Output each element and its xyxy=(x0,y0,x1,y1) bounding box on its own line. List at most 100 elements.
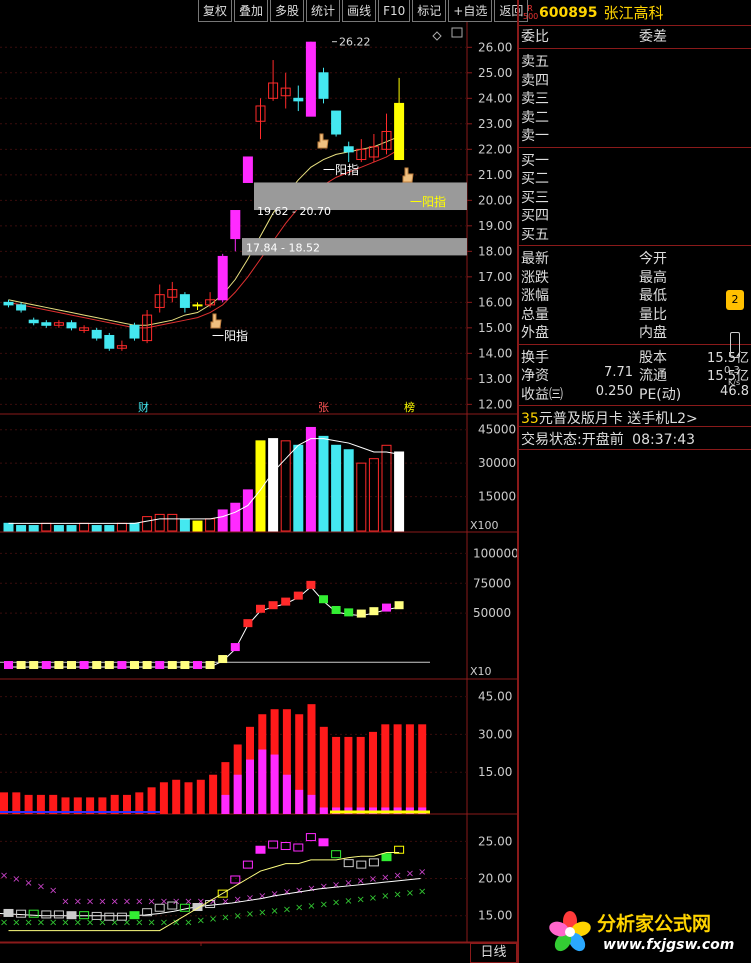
candle-body xyxy=(28,319,39,324)
price-axis-label: 20.00 xyxy=(478,193,512,207)
volume-bar xyxy=(142,516,153,532)
ind4-marker-lower: × xyxy=(320,899,328,910)
candle-body xyxy=(66,322,77,329)
quote-row-3: 总量 量比 xyxy=(519,304,751,323)
volume-bar xyxy=(381,444,392,532)
quote-l: 总量 xyxy=(521,306,549,323)
toolbar-btn-7[interactable]: +自选 xyxy=(448,0,493,22)
ind2-bar xyxy=(281,597,291,606)
ind2-bar xyxy=(243,619,253,628)
volume-bar xyxy=(343,449,354,532)
watermark-cn: 分析家公式网 xyxy=(597,913,712,935)
price-axis-label: 21.00 xyxy=(478,168,512,182)
candle-body xyxy=(242,156,253,183)
toolbar-btn-1[interactable]: 叠加 xyxy=(234,0,269,22)
ind3-axis-label: 45.00 xyxy=(478,690,512,704)
price-axis-label: 16.00 xyxy=(478,295,512,309)
volume-bar xyxy=(242,489,253,532)
price-axis-label: 25.00 xyxy=(478,66,512,80)
ind2-bar xyxy=(117,661,127,670)
quote-l2: 内盘 xyxy=(639,325,667,341)
ind3-bar-magenta xyxy=(258,749,267,814)
ind4-candle xyxy=(242,860,253,869)
price-axis-label: 12.00 xyxy=(478,397,512,411)
sell-row-4: 卖一 xyxy=(519,125,751,144)
watermark: 分析家公式网 www.fxjgsw.com xyxy=(545,905,745,960)
toolbar-btn-3[interactable]: 统计 xyxy=(306,0,341,22)
sell-label: 卖五 xyxy=(521,54,549,70)
ind3-bar xyxy=(184,782,193,814)
ind4-marker-upper: × xyxy=(98,897,106,908)
ind4-marker-upper: × xyxy=(111,897,119,908)
toolbar-btn-0[interactable]: 复权 xyxy=(198,0,233,22)
volume-bar xyxy=(154,513,165,532)
ind4-candle xyxy=(318,838,329,847)
ind4-candle xyxy=(230,875,241,884)
ind4-candle xyxy=(66,911,77,920)
candle-body xyxy=(192,304,203,307)
buy-label: 买一 xyxy=(521,152,549,169)
ind3-bar xyxy=(393,724,402,814)
ind2-axis-label: 50000 xyxy=(473,606,511,620)
quote-row-1: 涨跌 最高 xyxy=(519,267,751,286)
quote-row-4: 外盘 内盘 xyxy=(519,322,751,341)
ind3-bar-magenta xyxy=(295,789,304,814)
finance-l2: PE(动) xyxy=(639,386,682,403)
window-icon xyxy=(451,27,463,38)
toolbar-btn-2[interactable]: 多股 xyxy=(270,0,305,22)
quote-l2: 量比 xyxy=(639,306,667,323)
volume-bar xyxy=(104,525,115,532)
ind3-bar xyxy=(319,726,328,814)
stock-code: 600895 xyxy=(539,4,598,21)
candle-body xyxy=(129,324,140,339)
period-tab-daily[interactable]: 日线 xyxy=(470,943,517,963)
finance-l: 收益㈢ xyxy=(521,386,563,403)
stock-name: 张江高科 xyxy=(603,4,664,22)
ind3-bar xyxy=(405,724,414,814)
ind4-marker-lower: × xyxy=(0,917,8,928)
ind3-bar xyxy=(147,787,156,814)
sell-label: 卖二 xyxy=(521,109,549,126)
volume-bar xyxy=(129,522,140,532)
ind4-marker-upper: × xyxy=(307,884,315,895)
ind4-axis-label: 15.00 xyxy=(478,909,512,923)
toolbar-btn-4[interactable]: 画线 xyxy=(342,0,377,22)
ind4-candle xyxy=(3,908,14,917)
ind2-bar xyxy=(193,661,202,670)
candle-body xyxy=(16,304,27,311)
ind3-bar xyxy=(381,724,390,814)
ind3-axis-label: 15.00 xyxy=(478,765,512,779)
hand-pointer-icon xyxy=(402,167,414,183)
kline-chart[interactable]: 26.00 25.00 24.00 23.00 22.00 21.00 20.00 19.00… xyxy=(0,22,517,946)
ind4-marker-upper: × xyxy=(74,897,82,908)
finance-l: 净资 xyxy=(521,368,549,384)
toolbar-btn-5[interactable]: F10 xyxy=(378,0,411,22)
trade-status: 交易状态:开盘前 08:37:43 xyxy=(521,432,696,448)
ind2-bar xyxy=(79,661,89,670)
ind4-marker-lower: × xyxy=(283,904,291,915)
ind3-bar xyxy=(0,792,8,814)
buy-label: 买四 xyxy=(521,208,549,224)
chart-area[interactable]: 26.00 25.00 24.00 23.00 22.00 21.00 20.00 19.00… xyxy=(0,22,517,946)
sell-orders: 卖五 卖四 卖三 卖二 卖一 xyxy=(519,49,751,144)
candle-body xyxy=(394,102,405,161)
ind4-candle xyxy=(255,845,266,854)
candle-body xyxy=(179,294,190,308)
price-axis-label: 23.00 xyxy=(478,117,512,131)
price-axis-label: 13.00 xyxy=(478,372,512,386)
ind4-marker-upper: × xyxy=(123,897,131,908)
volume-bar xyxy=(79,522,90,532)
ind4-marker-lower: × xyxy=(381,891,389,902)
sell-label: 卖一 xyxy=(521,128,549,144)
buy-orders: 买一 买二 买三 买四 买五 xyxy=(519,148,751,243)
ind4-marker-upper: × xyxy=(86,897,94,908)
finance-grid: 换手 股本 15.5亿 净资 7.71 流通 15.5亿 收益㈢ 0.250 PE(动) 46.8 xyxy=(519,345,751,403)
volume-axis-label: 30000 xyxy=(478,456,516,470)
ind2-bar xyxy=(155,661,165,670)
level-badge: R 500 xyxy=(523,3,539,21)
side-widget[interactable]: 2 0.3 K/s xyxy=(722,290,750,390)
ind4-marker-lower: × xyxy=(49,917,57,928)
promo-link[interactable]: 35元普及版月卡 送手机L2> xyxy=(519,406,751,427)
volume-bar xyxy=(293,444,304,532)
toolbar-btn-6[interactable]: 标记 xyxy=(412,0,447,22)
